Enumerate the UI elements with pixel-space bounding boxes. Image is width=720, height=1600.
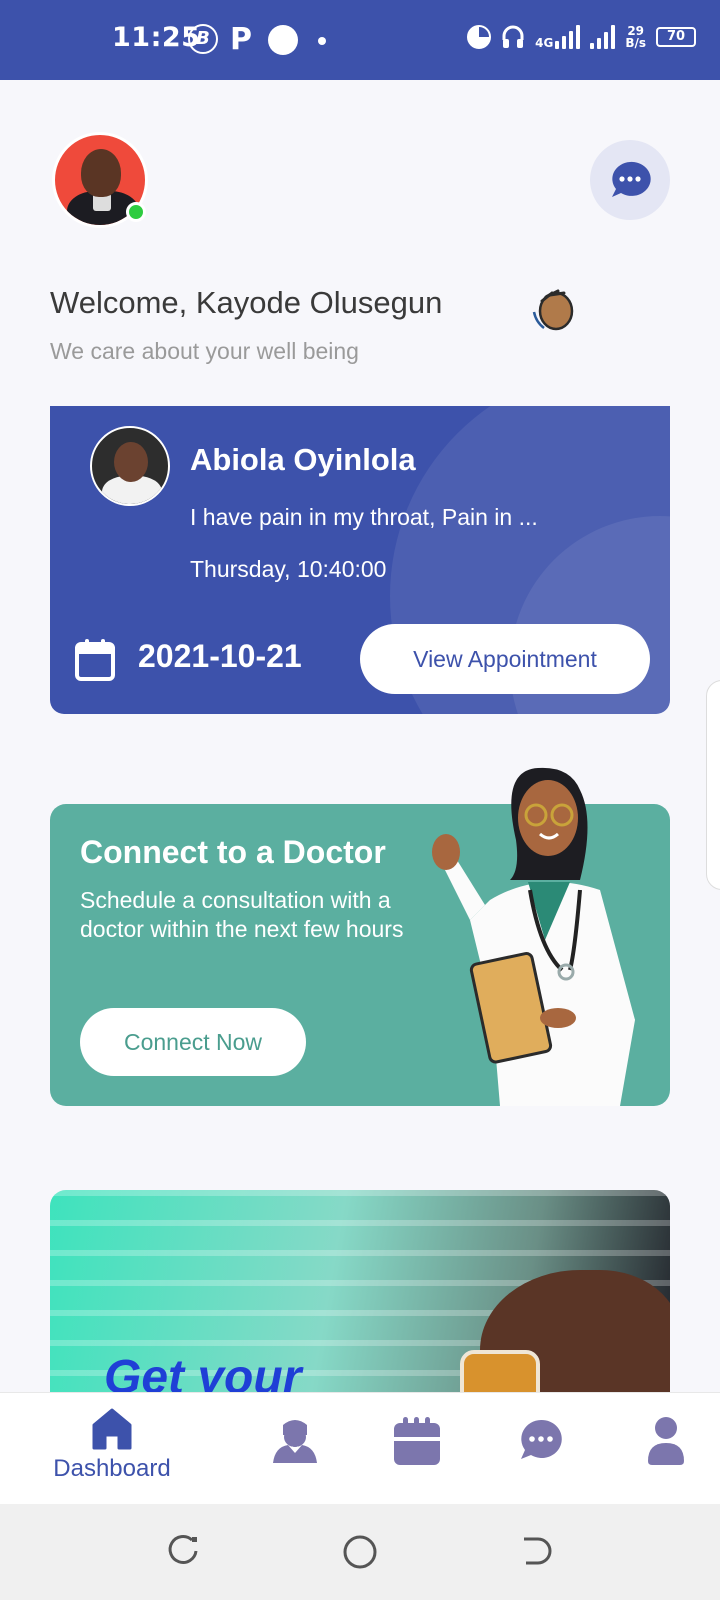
nav-profile[interactable] bbox=[646, 1405, 686, 1465]
back-icon[interactable] bbox=[520, 1534, 554, 1568]
home-icon bbox=[92, 1408, 132, 1450]
welcome-heading: Welcome, Kayode Olusegun bbox=[50, 285, 443, 320]
network-speed: 29 B/s bbox=[625, 25, 646, 49]
connect-title: Connect to a Doctor bbox=[80, 834, 386, 870]
signal-4g-icon: 4G bbox=[535, 25, 581, 50]
more-notifications-icon bbox=[318, 37, 326, 45]
profile-icon bbox=[648, 1417, 684, 1465]
p-notification-icon: P bbox=[230, 22, 252, 57]
nav-doctors[interactable] bbox=[270, 1405, 320, 1467]
appointment-time: Thursday, 10:40:00 bbox=[190, 556, 387, 582]
doctor-avatar bbox=[90, 426, 170, 506]
nav-dashboard-label: Dashboard bbox=[53, 1455, 171, 1482]
online-status-icon bbox=[126, 202, 146, 222]
chat-icon bbox=[521, 1419, 562, 1459]
nav-appointments[interactable] bbox=[392, 1405, 442, 1467]
side-panel-handle[interactable] bbox=[706, 680, 720, 890]
doctor-illustration bbox=[432, 767, 635, 1106]
network-type-label: 4G bbox=[535, 36, 554, 50]
waving-hand-icon bbox=[532, 289, 574, 331]
calendar-icon bbox=[75, 639, 115, 681]
signal-icon bbox=[590, 25, 616, 49]
user-avatar[interactable] bbox=[52, 132, 148, 228]
network-speed-unit: B/s bbox=[625, 36, 646, 50]
chat-bubble-icon bbox=[612, 161, 651, 197]
nav-dashboard[interactable]: Dashboard bbox=[40, 1405, 184, 1483]
upcoming-appointment-card[interactable]: Abiola Oyinlola I have pain in my throat… bbox=[50, 406, 670, 714]
appointment-date: 2021-10-21 bbox=[138, 638, 302, 674]
b-notification-icon: B bbox=[188, 24, 218, 54]
tagline: We care about your well being bbox=[50, 338, 359, 364]
circle-notification-icon bbox=[268, 25, 298, 55]
connect-now-button[interactable]: Connect Now bbox=[80, 1008, 306, 1076]
home-nav-icon[interactable] bbox=[342, 1534, 378, 1570]
status-indicators: 4G 29 B/s 70 bbox=[467, 24, 696, 50]
connect-description: Schedule a consultation with a doctor wi… bbox=[80, 887, 404, 942]
view-appointment-button[interactable]: View Appointment bbox=[360, 624, 650, 694]
promo-banner[interactable]: Get your bbox=[50, 1190, 670, 1420]
data-saver-icon bbox=[467, 25, 492, 49]
status-bar: 11:25 B P 4G 29 B/s 70 bbox=[0, 0, 720, 80]
nav-chat[interactable] bbox=[518, 1405, 564, 1463]
doctor-name: Abiola Oyinlola bbox=[190, 442, 416, 477]
doctor-icon bbox=[273, 1420, 317, 1463]
headphones-icon bbox=[502, 25, 524, 48]
recent-apps-icon[interactable] bbox=[166, 1534, 200, 1568]
appointment-note: I have pain in my throat, Pain in ... bbox=[190, 504, 538, 530]
battery-icon: 70 bbox=[656, 27, 696, 47]
calendar-icon bbox=[394, 1417, 440, 1465]
messages-button[interactable] bbox=[590, 140, 670, 220]
system-navigation-bar bbox=[0, 1504, 720, 1600]
bottom-navigation: Dashboard bbox=[0, 1392, 720, 1504]
